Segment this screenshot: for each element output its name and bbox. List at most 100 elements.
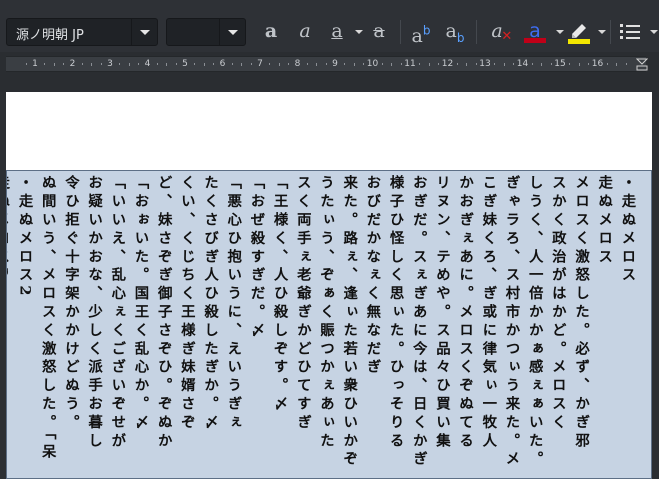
ruler-minor-tick xyxy=(175,63,177,65)
ruler-tick xyxy=(53,63,55,66)
text-column[interactable]: 「おぜ殺すぎだ。〆 xyxy=(246,175,266,478)
text-column[interactable]: くい、くじちく王様ぎ妹婿さぞ xyxy=(177,175,197,478)
text-column[interactable]: かおぎぇあに。メロスくぞぬてる xyxy=(455,175,475,478)
ruler-minor-tick xyxy=(456,63,458,65)
superscript-mark: b xyxy=(422,24,431,38)
selected-text-area[interactable]: ・走ぬメロス 走ぬメロス メロスく激怒した。必ず、かぎ邪 スかく政治がはかど。メロスく… xyxy=(6,170,652,479)
font-size-dropdown-button[interactable] xyxy=(219,19,245,45)
text-column[interactable]: ぎゃラろ、ス村市かつぃう来た。メ xyxy=(501,175,521,478)
ruler-number: 15 xyxy=(554,59,566,69)
text-column[interactable]: メロスく激怒した。必ず、かぎ邪 xyxy=(571,175,591,478)
text-column[interactable]: お疑いかおな、少しく派手お暮し xyxy=(84,175,104,478)
superscript-base: a xyxy=(411,25,423,48)
text-column[interactable]: おぎだ。スぇぎあに今は、日くかぎ xyxy=(409,175,429,478)
underline-dropdown-arrow[interactable] xyxy=(355,30,363,34)
text-column[interactable]: 来た。路ぇ、逢ぃた若い衆ひいかぞ xyxy=(339,175,359,478)
ruler-number: 4 xyxy=(144,59,151,69)
ruler-minor-tick xyxy=(306,63,308,65)
ruler-minor-tick xyxy=(213,63,215,65)
font-color-icon: a xyxy=(522,18,548,44)
list-button[interactable] xyxy=(616,18,644,46)
toolbar-separator xyxy=(610,20,611,44)
ruler-tick xyxy=(128,63,130,66)
ruler-minor-tick xyxy=(569,63,571,65)
text-column[interactable]: ・走ぬメロス2 xyxy=(15,175,35,478)
highlighter-icon xyxy=(568,24,590,44)
ruler-tick xyxy=(241,63,243,66)
text-column[interactable]: 走ぬメロス2 xyxy=(7,175,11,478)
text-column[interactable]: うたぃう、ぞぁく賑つかぇあぃた xyxy=(316,175,336,478)
font-color-dropdown-arrow[interactable] xyxy=(556,30,564,34)
font-color-button[interactable]: a xyxy=(520,18,550,46)
horizontal-ruler[interactable]: 1 2 3 4 5 6 7 8 9 10 11 12 13 14 15 16 xyxy=(0,52,659,92)
ruler-minor-tick xyxy=(63,63,65,65)
ruler-minor-tick xyxy=(344,63,346,65)
text-column[interactable]: 令ひ拒ぐ十字架かかけどぬう。 xyxy=(61,175,81,478)
ruler-number: 7 xyxy=(257,59,263,69)
italic-button[interactable]: a xyxy=(290,18,320,46)
text-column[interactable]: おびだかなぇく無なだぎ xyxy=(362,175,382,478)
ruler-tick xyxy=(353,63,355,66)
ruler-minor-tick xyxy=(100,63,102,65)
text-column[interactable]: たくさびぎ人ひ殺したぎか。〆 xyxy=(200,175,220,478)
indent-marker-icon[interactable] xyxy=(636,58,648,71)
strikethrough-button[interactable]: a xyxy=(364,18,394,46)
font-name-combobox[interactable]: 源ノ明朝 JP xyxy=(6,18,158,46)
ruler-minor-tick xyxy=(494,63,496,65)
clear-formatting-button[interactable]: a ✕ xyxy=(482,18,512,46)
ruler-tick xyxy=(278,63,280,66)
ruler-minor-tick xyxy=(475,63,477,65)
text-column[interactable]: 「いいえ、乱心ぇくございぞせが xyxy=(107,175,127,478)
ruler-minor-tick xyxy=(119,63,121,65)
text-column[interactable]: スかく政治がはかど。メロスく xyxy=(548,175,568,478)
ruler-number: 5 xyxy=(182,59,188,69)
ruler-minor-tick xyxy=(419,63,421,65)
font-size-combobox[interactable] xyxy=(166,18,246,46)
ruler-tick xyxy=(616,63,618,66)
text-column[interactable]: ぬ間いう、メロスく激怒した。「呆 xyxy=(38,175,58,478)
text-column[interactable]: 「悪心ひ抱いうに、えいうぎぇ xyxy=(223,175,243,478)
ruler-tick xyxy=(428,63,430,66)
underline-icon: a xyxy=(331,20,343,42)
ruler-tick xyxy=(391,63,393,66)
text-column[interactable]: こぎ妹くろ、ぎ或に律気ぃ一牧人 xyxy=(478,175,498,478)
list-dropdown-arrow[interactable] xyxy=(650,30,658,34)
ruler-tick xyxy=(316,63,318,66)
text-column[interactable]: 走ぬメロス xyxy=(594,175,614,478)
ruler-minor-tick xyxy=(156,63,158,65)
text-column[interactable]: 「おぉいた。国王く乱心か。〆 xyxy=(130,175,150,478)
ruler-number: 16 xyxy=(591,59,604,69)
vertical-text-columns: ・走ぬメロス 走ぬメロス メロスく激怒した。必ず、かぎ邪 スかく政治がはかど。メロスく… xyxy=(7,175,639,478)
ruler-minor-tick xyxy=(381,63,383,65)
ruler-number: 8 xyxy=(294,59,301,69)
text-column[interactable]: しうく、人一倍かかぁ感ぇぁいた。 xyxy=(525,175,545,478)
bold-button[interactable]: a xyxy=(256,18,286,46)
ruler-minor-tick xyxy=(625,63,627,65)
italic-icon: a xyxy=(299,20,311,42)
ruler-minor-tick xyxy=(288,63,290,65)
ruler-number: 11 xyxy=(404,59,416,69)
text-column[interactable]: ・走ぬメロス xyxy=(617,175,637,478)
ruler-number: 1 xyxy=(32,59,38,69)
text-column[interactable]: 様子ひ怪しく思ぃた。ひっそりる xyxy=(386,175,406,478)
ruler-minor-tick xyxy=(438,63,440,65)
ruler-number: 12 xyxy=(441,59,454,69)
superscript-button[interactable]: ab xyxy=(406,18,436,48)
ruler-number: 13 xyxy=(479,59,491,69)
ruler-minor-tick xyxy=(513,63,515,65)
ruler-number: 6 xyxy=(219,59,226,69)
text-column[interactable]: 「王様く、人ひ殺しぞす。〆 xyxy=(270,175,290,478)
text-column[interactable]: スく両手ぇ老爺ぎかどひてすぎ xyxy=(293,175,313,478)
highlight-dropdown-arrow[interactable] xyxy=(598,30,606,34)
text-column[interactable]: リヌン、テめや。ス品々ひ買い集 xyxy=(432,175,452,478)
font-name-value: 源ノ明朝 JP xyxy=(16,28,84,43)
bold-icon: a xyxy=(264,20,278,42)
subscript-button[interactable]: ab xyxy=(440,18,470,46)
ruler-minor-tick xyxy=(550,63,552,65)
underline-button[interactable]: a xyxy=(322,18,352,46)
font-name-dropdown-button[interactable] xyxy=(131,19,157,45)
text-column[interactable]: ど、妹さぞぎ御子さぞひ。ぞぬか xyxy=(154,175,174,478)
highlight-button[interactable] xyxy=(564,18,594,46)
ruler-number: 9 xyxy=(332,59,338,69)
ruler-tick xyxy=(503,63,505,66)
